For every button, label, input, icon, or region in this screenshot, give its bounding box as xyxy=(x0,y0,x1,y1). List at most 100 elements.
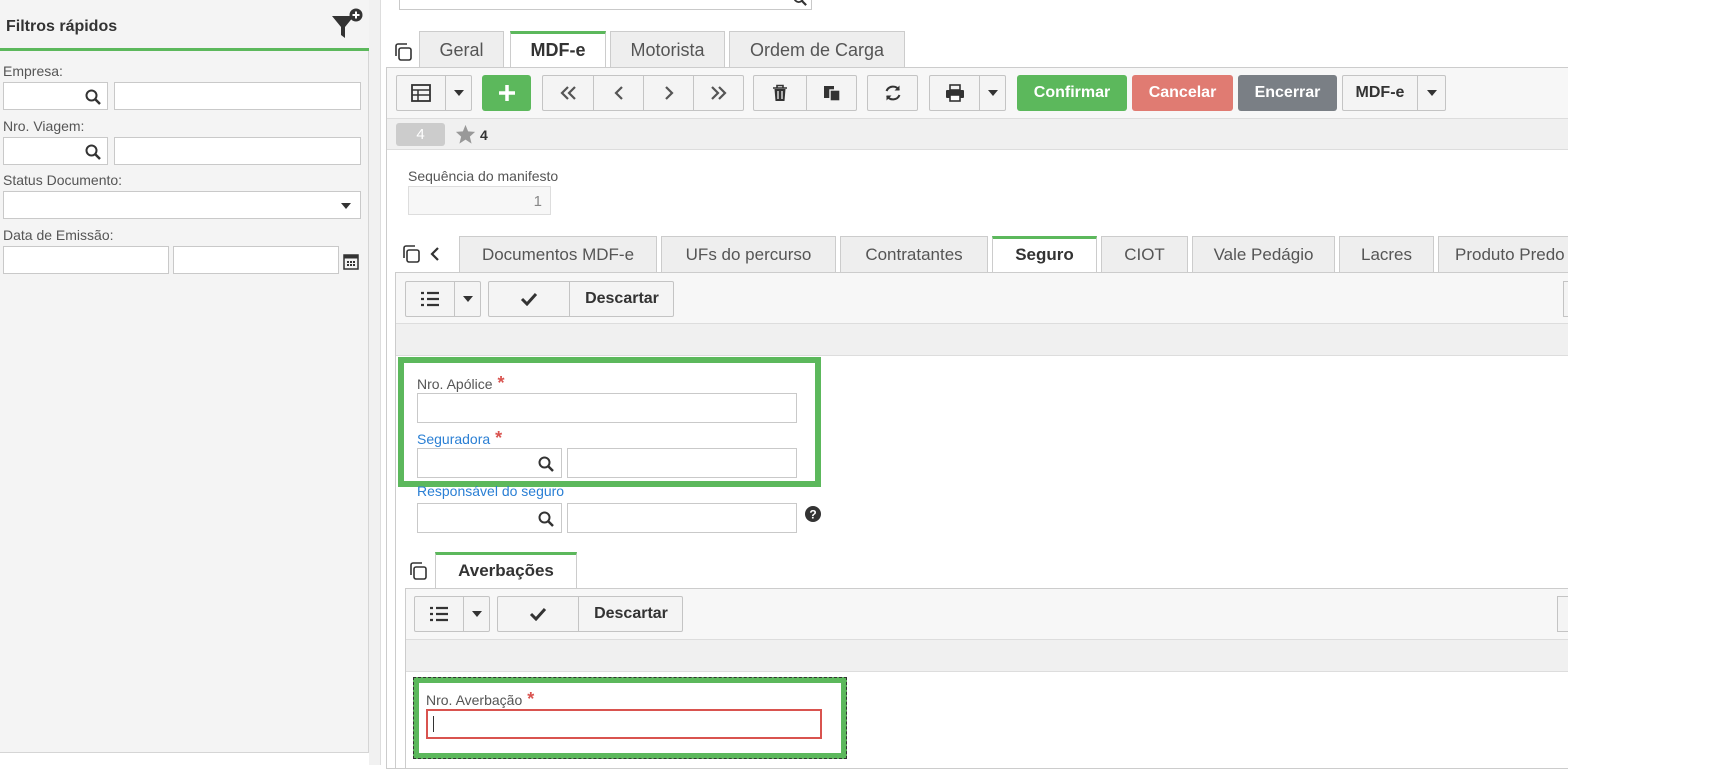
status-select[interactable] xyxy=(3,191,361,219)
double-chevron-left-icon xyxy=(558,85,578,101)
emissao-start-input[interactable] xyxy=(3,246,169,274)
confirm-button[interactable]: Confirmar xyxy=(1017,75,1127,111)
seguradora-name-input[interactable] xyxy=(567,448,797,478)
subtab-contratantes[interactable]: Contratantes xyxy=(840,236,988,272)
mdfe-actions-caret[interactable] xyxy=(1417,76,1446,110)
table-icon xyxy=(411,84,431,102)
top-search-input[interactable] xyxy=(399,0,812,10)
discard-button-2[interactable]: Descartar xyxy=(578,597,683,631)
list-view-caret[interactable] xyxy=(454,282,481,316)
check-icon xyxy=(529,607,547,621)
list-view-dropdown-2[interactable] xyxy=(414,596,490,632)
search-icon[interactable] xyxy=(793,0,807,6)
chevron-right-icon xyxy=(663,85,675,101)
print-button[interactable] xyxy=(930,76,979,110)
previous-record-button[interactable] xyxy=(593,76,643,110)
seguro-edit-group: Descartar xyxy=(488,281,674,317)
star-count: 4 xyxy=(480,127,488,143)
seguradora-code-input[interactable] xyxy=(417,448,562,478)
seq-label: Sequência do manifesto xyxy=(408,168,559,184)
responsavel-name-input[interactable] xyxy=(567,503,797,533)
close-manifest-button[interactable]: Encerrar xyxy=(1238,75,1337,111)
list-view-button[interactable] xyxy=(406,282,454,316)
grid-view-dropdown[interactable] xyxy=(396,75,472,111)
emissao-label: Data de Emissão: xyxy=(3,227,114,243)
apolice-label: Nro. Apólice * xyxy=(417,373,505,393)
subtab-produto-predominante[interactable]: Produto Predo xyxy=(1438,236,1568,272)
mdfe-actions-dropdown[interactable]: MDF-e xyxy=(1342,75,1446,111)
tab-averbacoes[interactable]: Averbações xyxy=(435,552,577,588)
help-icon[interactable]: ? xyxy=(805,506,821,522)
save-button[interactable] xyxy=(489,282,569,316)
tab-ordem-de-carga[interactable]: Ordem de Carga xyxy=(729,31,905,67)
list-view-button-2[interactable] xyxy=(415,597,463,631)
more-button-2[interactable] xyxy=(1557,596,1568,632)
seq-value: 1 xyxy=(408,186,551,215)
next-record-button[interactable] xyxy=(643,76,693,110)
print-dropdown[interactable] xyxy=(929,75,1006,111)
subtab-ciot[interactable]: CIOT xyxy=(1101,236,1188,272)
save-button-2[interactable] xyxy=(498,597,578,631)
emissao-end-input[interactable] xyxy=(173,246,339,274)
chevron-down-icon xyxy=(454,90,464,96)
paste-icon xyxy=(823,84,841,102)
copy-window-icon[interactable] xyxy=(393,42,413,62)
filter-add-icon[interactable] xyxy=(330,8,364,40)
quick-filters-title: Filtros rápidos xyxy=(6,18,118,35)
calendar-icon[interactable] xyxy=(343,253,359,270)
responsavel-code-input[interactable] xyxy=(417,503,562,533)
tab-motorista[interactable]: Motorista xyxy=(610,31,725,67)
subtab-vale-pedagio[interactable]: Vale Pedágio xyxy=(1192,236,1335,272)
copy-window-icon[interactable] xyxy=(408,561,428,581)
trash-icon xyxy=(772,84,788,102)
subtab-lacres[interactable]: Lacres xyxy=(1339,236,1434,272)
list-icon xyxy=(420,291,440,307)
seguro-status-bar xyxy=(396,323,1568,356)
cancel-button[interactable]: Cancelar xyxy=(1132,75,1233,111)
quick-filters-header: Filtros rápidos xyxy=(0,0,369,51)
tab-geral[interactable]: Geral xyxy=(419,31,504,67)
navigation-group xyxy=(542,75,744,111)
search-icon[interactable] xyxy=(85,144,101,160)
copy-window-icon[interactable] xyxy=(401,244,421,264)
chevron-left-icon[interactable] xyxy=(429,246,441,262)
delete-button[interactable] xyxy=(754,76,806,110)
mdfe-actions-button[interactable]: MDF-e xyxy=(1343,76,1417,110)
subtab-documentos-mdfe[interactable]: Documentos MDF-e xyxy=(459,236,657,272)
tab-mdfe[interactable]: MDF-e xyxy=(510,31,606,67)
main-area: Geral MDF-e Motorista Ordem de Carga Con… xyxy=(381,0,1568,769)
list-view-caret-2[interactable] xyxy=(463,597,490,631)
grid-view-button[interactable] xyxy=(397,76,445,110)
viagem-name-input[interactable] xyxy=(114,137,361,165)
search-icon[interactable] xyxy=(538,456,554,472)
last-record-button[interactable] xyxy=(693,76,743,110)
seguradora-label[interactable]: Seguradora * xyxy=(417,428,502,449)
refresh-button[interactable] xyxy=(867,75,918,111)
empresa-name-input[interactable] xyxy=(114,82,361,110)
search-icon[interactable] xyxy=(85,89,101,105)
grid-view-caret[interactable] xyxy=(445,76,472,110)
add-button[interactable] xyxy=(482,75,531,111)
chevron-down-icon xyxy=(472,611,482,617)
check-icon xyxy=(520,292,538,306)
discard-button[interactable]: Descartar xyxy=(569,282,674,316)
duplicate-button[interactable] xyxy=(806,76,857,110)
record-actions-group xyxy=(753,75,857,111)
star-icon[interactable] xyxy=(455,124,476,144)
print-caret[interactable] xyxy=(979,76,1006,110)
search-icon[interactable] xyxy=(538,511,554,527)
panel-splitter[interactable] xyxy=(369,0,381,765)
apolice-input[interactable] xyxy=(417,393,797,423)
quick-filters-panel: Filtros rápidos Empresa: Nro. Viagem: St… xyxy=(0,0,369,753)
chevron-down-icon xyxy=(988,90,998,96)
responsavel-label[interactable]: Responsável do seguro xyxy=(417,483,564,499)
subtab-seguro[interactable]: Seguro xyxy=(992,236,1097,272)
subtab-ufs-percurso[interactable]: UFs do percurso xyxy=(661,236,836,272)
list-view-dropdown[interactable] xyxy=(405,281,481,317)
viagem-label: Nro. Viagem: xyxy=(3,118,85,134)
averbacao-input[interactable] xyxy=(426,709,822,739)
empresa-code-input[interactable] xyxy=(3,82,108,110)
first-record-button[interactable] xyxy=(543,76,593,110)
viagem-code-input[interactable] xyxy=(3,137,108,165)
plus-icon xyxy=(498,85,515,101)
